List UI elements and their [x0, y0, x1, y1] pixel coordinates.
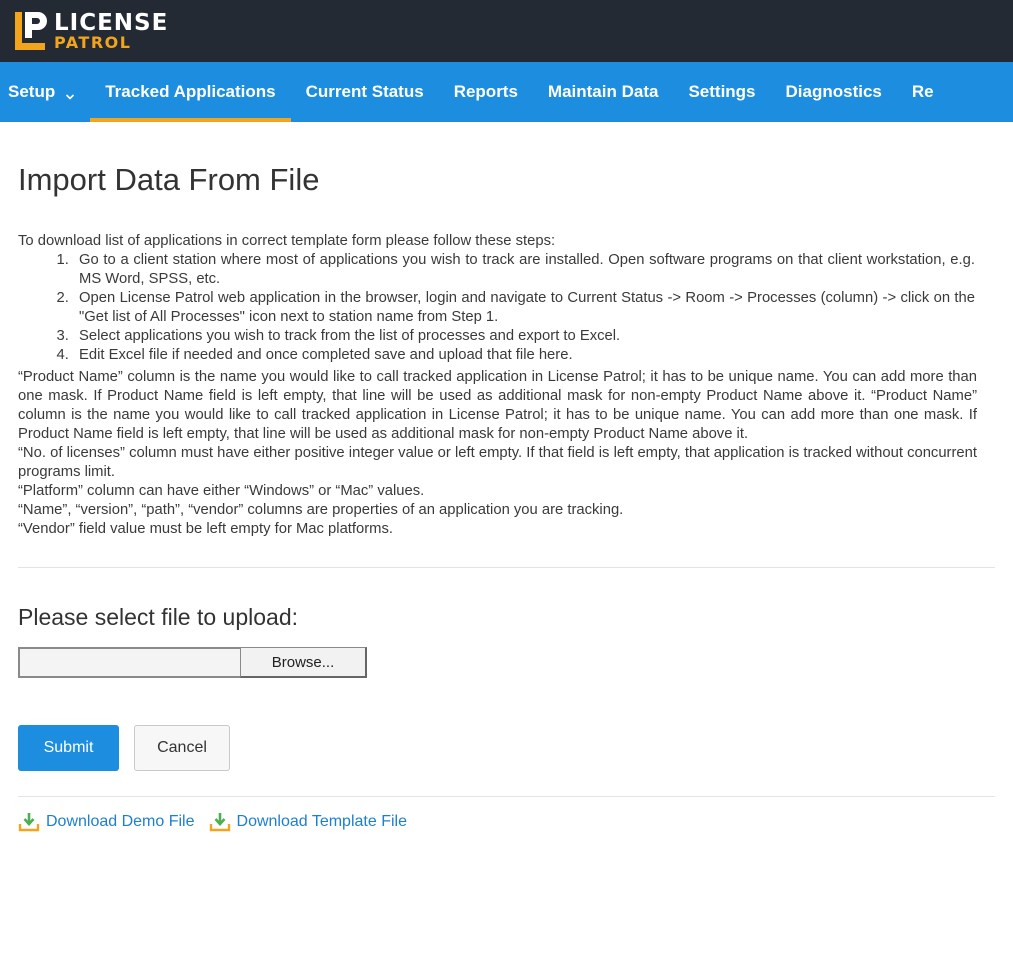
nav-item-tracked-applications[interactable]: Tracked Applications	[90, 62, 291, 122]
divider	[18, 796, 995, 797]
upload-heading: Please select file to upload:	[18, 604, 299, 630]
file-path-field[interactable]	[18, 647, 240, 678]
download-links: Download Demo File Download Template Fil…	[18, 812, 995, 832]
main-nav: Setup Tracked Applications Current Statu…	[0, 62, 1013, 122]
cancel-button[interactable]: Cancel	[134, 725, 230, 771]
column-notes: “Product Name” column is the name you wo…	[18, 368, 995, 539]
file-picker: Browse...	[18, 647, 995, 678]
browse-button[interactable]: Browse...	[240, 647, 367, 678]
nav-item-settings[interactable]: Settings	[673, 62, 770, 122]
nav-item-label: Diagnostics	[785, 82, 882, 101]
step-item: Go to a client station where most of app…	[73, 251, 975, 289]
instructions-steps: Go to a client station where most of app…	[73, 251, 995, 365]
nav-item-label: Maintain Data	[547, 82, 659, 101]
note-product-name: “Product Name” column is the name you wo…	[18, 369, 977, 442]
nav-item-diagnostics[interactable]: Diagnostics	[771, 62, 897, 122]
nav-item-current-status[interactable]: Current Status	[291, 62, 439, 122]
page-title: Import Data From File	[18, 162, 320, 197]
nav-item-maintain-data[interactable]: Maintain Data	[533, 62, 674, 122]
header-bar: LICENSE PATROL	[0, 0, 1013, 62]
nav-item-label: Setup	[8, 82, 56, 101]
license-patrol-logo[interactable]: LICENSE PATROL	[14, 6, 168, 56]
nav-item-label: Tracked Applications	[105, 82, 276, 101]
note-properties: “Name”, “version”, “path”, “vendor” colu…	[18, 502, 624, 518]
download-demo-file-link[interactable]: Download Demo File	[18, 812, 195, 832]
main-content: Import Data From File To download list o…	[0, 162, 1013, 832]
download-template-file-link[interactable]: Download Template File	[209, 812, 407, 832]
logo-text-line1: LICENSE	[54, 9, 169, 36]
submit-button[interactable]: Submit	[18, 725, 119, 771]
nav-item-truncated[interactable]: Re	[897, 62, 949, 122]
download-icon	[209, 812, 231, 832]
nav-item-label: Current Status	[305, 82, 424, 101]
download-link-label: Download Template File	[236, 813, 407, 830]
note-platform: “Platform” column can have either “Windo…	[18, 483, 425, 499]
step-item: Edit Excel file if needed and once compl…	[73, 346, 975, 365]
instructions-intro: To download list of applications in corr…	[18, 233, 556, 249]
nav-item-label: Re	[911, 82, 934, 101]
step-item: Select applications you wish to track fr…	[73, 327, 975, 346]
download-link-label: Download Demo File	[46, 813, 195, 830]
form-actions: Submit Cancel	[18, 725, 995, 771]
logo-mark-icon	[14, 10, 50, 52]
nav-item-setup[interactable]: Setup	[0, 62, 90, 122]
nav-item-label: Settings	[688, 82, 756, 101]
note-vendor: “Vendor” field value must be left empty …	[18, 521, 394, 537]
chevron-down-icon	[65, 87, 75, 100]
nav-item-reports[interactable]: Reports	[439, 62, 533, 122]
divider	[18, 567, 995, 568]
step-item: Open License Patrol web application in t…	[73, 289, 975, 327]
logo-text-line2: PATROL	[54, 32, 132, 52]
note-licenses: “No. of licenses” column must have eithe…	[18, 445, 977, 480]
nav-item-label: Reports	[453, 82, 518, 101]
download-icon	[18, 812, 40, 832]
